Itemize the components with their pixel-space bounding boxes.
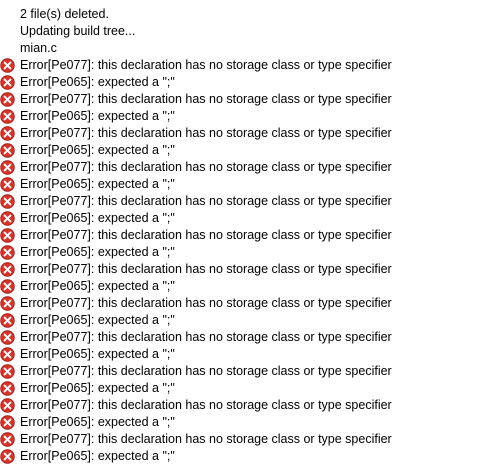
error-icon bbox=[0, 381, 15, 396]
log-line-text: Error[Pe077]: this declaration has no st… bbox=[20, 262, 392, 276]
error-icon bbox=[0, 228, 15, 243]
log-line-text: Error[Pe077]: this declaration has no st… bbox=[20, 296, 392, 310]
error-icon bbox=[0, 75, 15, 90]
error-icon bbox=[0, 58, 15, 73]
error-icon bbox=[0, 92, 15, 107]
error-icon bbox=[0, 432, 15, 447]
error-icon bbox=[0, 415, 15, 430]
error-icon bbox=[0, 364, 15, 379]
log-line-text: Error[Pe065]: expected a ";" bbox=[20, 109, 175, 123]
error-icon bbox=[0, 177, 15, 192]
log-line-text: Error[Pe077]: this declaration has no st… bbox=[20, 228, 392, 242]
log-line-text: Error[Pe077]: this declaration has no st… bbox=[20, 432, 392, 446]
log-line-text: 2 file(s) deleted. bbox=[20, 7, 109, 21]
log-line-text: Error[Pe065]: expected a ";" bbox=[20, 177, 175, 191]
log-line-text: Updating build tree... bbox=[20, 24, 136, 38]
log-line-text: Error[Pe065]: expected a ";" bbox=[20, 245, 175, 259]
log-line-text: Error[Pe065]: expected a ";" bbox=[20, 415, 175, 429]
error-icon bbox=[0, 279, 15, 294]
log-line-text: Error[Pe077]: this declaration has no st… bbox=[20, 58, 392, 72]
log-line-text: Error[Pe077]: this declaration has no st… bbox=[20, 160, 392, 174]
error-icon bbox=[0, 109, 15, 124]
error-icon bbox=[0, 347, 15, 362]
log-line-text: Error[Pe077]: this declaration has no st… bbox=[20, 330, 392, 344]
error-icon bbox=[0, 194, 15, 209]
error-icon bbox=[0, 211, 15, 226]
log-line-text: Error[Pe077]: this declaration has no st… bbox=[20, 194, 392, 208]
error-icon bbox=[0, 398, 15, 413]
error-icon bbox=[0, 262, 15, 277]
log-line-text: Error[Pe065]: expected a ";" bbox=[20, 347, 175, 361]
log-line-text: Error[Pe065]: expected a ";" bbox=[20, 279, 175, 293]
log-line-text: Error[Pe065]: expected a ";" bbox=[20, 449, 175, 463]
error-icon bbox=[0, 143, 15, 158]
log-line-text: Error[Pe065]: expected a ";" bbox=[20, 75, 175, 89]
error-icon bbox=[0, 449, 15, 464]
log-line-text: Error[Pe077]: this declaration has no st… bbox=[20, 92, 392, 106]
log-line-text: mian.c bbox=[20, 41, 57, 55]
log-line-text: Error[Pe077]: this declaration has no st… bbox=[20, 126, 392, 140]
log-line-text: Error[Pe065]: expected a ";" bbox=[20, 381, 175, 395]
error-icon bbox=[0, 126, 15, 141]
log-line-text: Error[Pe077]: this declaration has no st… bbox=[20, 364, 392, 378]
build-output-log[interactable]: 2 file(s) deleted. Updating build tree...… bbox=[0, 0, 497, 466]
error-icon bbox=[0, 330, 15, 345]
log-line-text: Error[Pe065]: expected a ";" bbox=[20, 211, 175, 225]
log-line-text: Error[Pe065]: expected a ";" bbox=[20, 313, 175, 327]
error-icon bbox=[0, 313, 15, 328]
error-icon bbox=[0, 160, 15, 175]
log-line-text: Error[Pe077]: this declaration has no st… bbox=[20, 398, 392, 412]
error-icon bbox=[0, 296, 15, 311]
log-line-text: Error[Pe065]: expected a ";" bbox=[20, 143, 175, 157]
error-icon bbox=[0, 245, 15, 260]
